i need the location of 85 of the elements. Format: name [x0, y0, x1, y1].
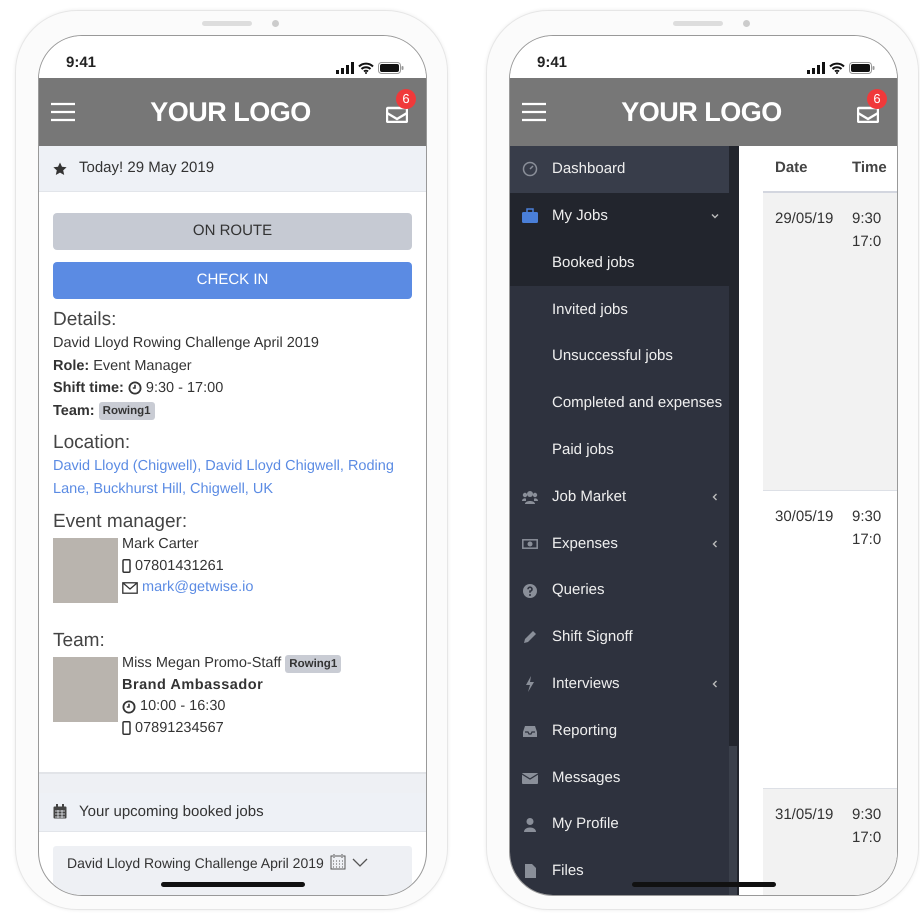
user-icon [522, 816, 538, 833]
menu-item[interactable]: Files [510, 848, 729, 895]
chevron-left-icon [711, 492, 719, 501]
speaker-slot [202, 21, 252, 26]
signal-icon [807, 62, 825, 74]
team-tag: Rowing1 [285, 654, 342, 673]
section-heading: Details: [53, 308, 118, 332]
mail-icon [386, 105, 408, 123]
menu-item[interactable]: Dashboard [510, 146, 729, 193]
table-cell-text: 9:30 17:0 [852, 507, 882, 550]
field-label: Shift time: [53, 379, 124, 398]
team-tag: Rowing1 [98, 402, 155, 420]
chevron-left-icon [711, 540, 719, 548]
camera-dot [272, 20, 279, 27]
logo: YOUR LOGO [621, 96, 782, 129]
briefcase-icon [522, 208, 538, 224]
mail-icon [856, 105, 879, 123]
calendar-icon [53, 804, 67, 820]
table-cell-text: 31/05/19 [774, 805, 834, 825]
chevron-down-icon [711, 212, 719, 220]
table-cell-text: 29/05/19 [774, 209, 834, 229]
action-button[interactable]: ON ROUTE [53, 213, 412, 250]
mobile-phone-icon [122, 721, 131, 736]
status-time: 9:41 [537, 52, 568, 72]
battery-icon [378, 62, 404, 74]
users-icon [522, 488, 538, 505]
menu-item[interactable]: Shift Signoff [510, 614, 729, 661]
photo-placeholder [53, 538, 118, 603]
chevron-left-icon [711, 680, 719, 688]
column-header: Date [774, 158, 809, 178]
field-label: Role: [53, 356, 90, 376]
shift-time: 9:30 - 17:00 [146, 379, 224, 398]
menu-item[interactable]: Queries [510, 567, 729, 614]
event-title: David Lloyd Rowing Challenge April 2019 [53, 334, 320, 353]
phone-number: 07891234567 [135, 718, 224, 738]
shift-time: 10:00 - 16:30 [140, 697, 226, 716]
gauge-icon [522, 161, 538, 178]
scrollbar-thumb[interactable] [729, 746, 737, 895]
clock-icon [122, 700, 136, 714]
file-icon [522, 863, 538, 880]
mobile-phone-icon [122, 559, 131, 574]
role-value: Event Manager [93, 356, 192, 376]
job-title: David Lloyd Rowing Challenge April 2019 [67, 854, 324, 872]
notification-badge: 6 [866, 89, 887, 109]
question-icon [522, 582, 538, 599]
table-cell-text: 9:30 17:0 [852, 805, 882, 848]
wifi-icon [829, 62, 845, 74]
calendar-icon [330, 854, 346, 870]
person-name: Miss Megan Promo-Staff [122, 654, 282, 673]
photo-placeholder [53, 657, 118, 722]
today-date: Today! 29 May 2019 [79, 158, 214, 178]
status-time: 9:41 [66, 52, 96, 72]
menu-item[interactable]: Job Market [510, 474, 729, 520]
menu-icon[interactable] [522, 102, 546, 122]
camera-dot [743, 20, 750, 27]
menu-item[interactable]: Expenses [510, 520, 729, 568]
job-card[interactable]: David Lloyd Rowing Challenge April 2019 [53, 846, 412, 895]
submenu-item[interactable]: Booked jobs [510, 240, 729, 286]
section-heading: Location: [53, 431, 132, 455]
menu-item[interactable]: Messages [510, 754, 729, 802]
menu-item[interactable]: Interviews [510, 660, 729, 708]
field-label: Team: [53, 402, 95, 420]
speaker-slot [673, 21, 723, 26]
column-header: Time [852, 158, 888, 178]
table-cell-text: 9:30 17:0 [852, 209, 882, 252]
battery-icon [849, 62, 875, 74]
wifi-icon [358, 62, 374, 74]
table-cell-text: 30/05/19 [774, 507, 834, 527]
menu-item[interactable]: My Profile [510, 801, 729, 848]
notification-badge: 6 [396, 89, 416, 109]
staff-role: Brand Ambassador [122, 676, 264, 694]
person-name: Mark Carter [122, 535, 200, 554]
signal-icon [336, 62, 354, 74]
section-heading: Team: [53, 629, 106, 653]
star-icon [53, 162, 67, 176]
logo: YOUR LOGO [150, 96, 311, 129]
menu-item[interactable]: My Jobs [510, 192, 729, 240]
envelope-icon [122, 582, 138, 594]
clock-icon [128, 381, 142, 396]
upcoming-title: Your upcoming booked jobs [79, 802, 264, 822]
menu-item[interactable]: Reporting [510, 708, 729, 754]
phone-number: 07801431261 [135, 556, 224, 576]
section-heading: Event manager: [53, 510, 188, 534]
menu-icon[interactable] [51, 102, 75, 122]
pencil-icon [522, 629, 538, 646]
